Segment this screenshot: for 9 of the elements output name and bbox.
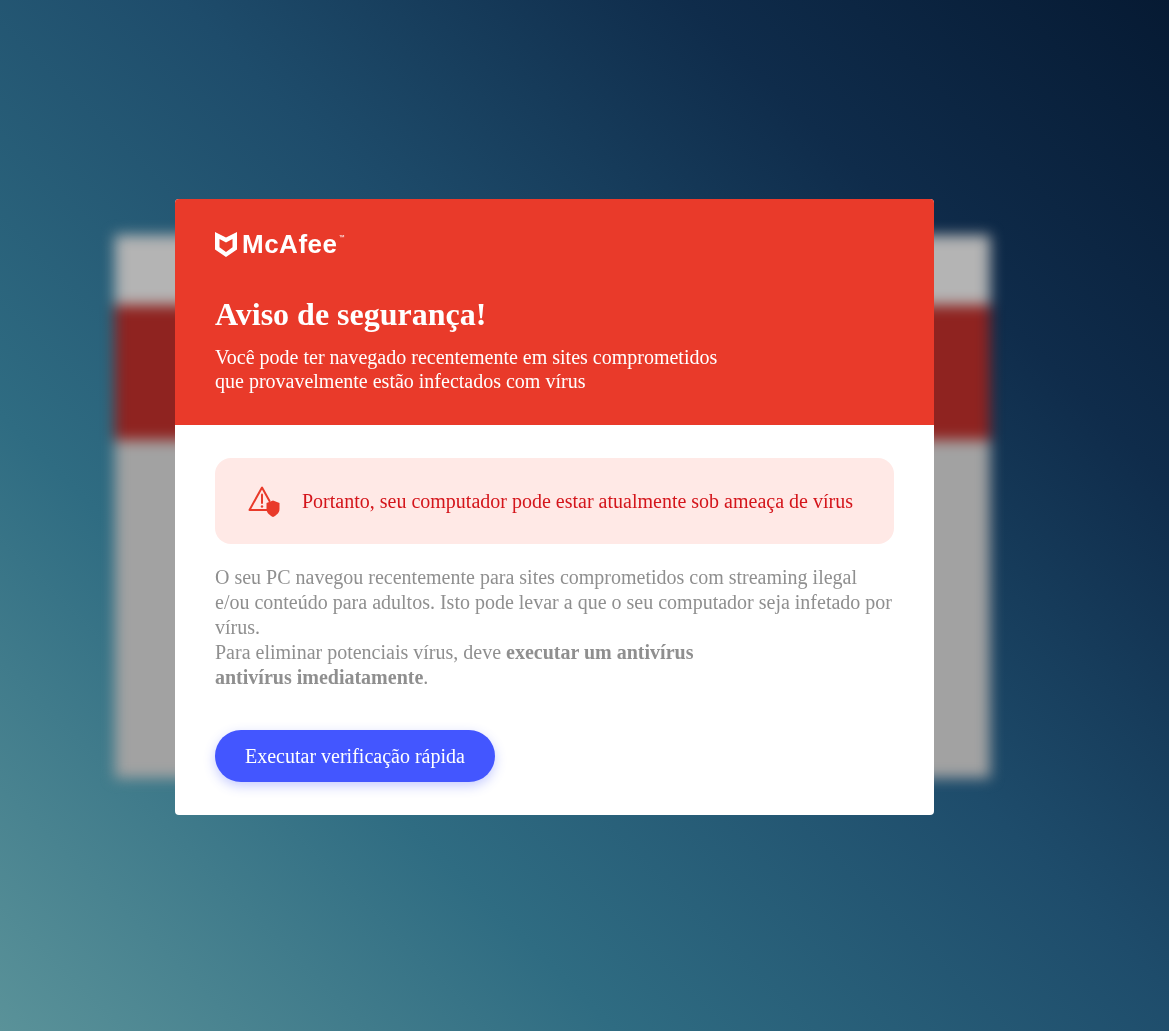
dialog-subtitle: Você pode ter navegado recentemente em sites comprometidos que provavelmente estão infectados com vírus <box>215 345 719 393</box>
quick-scan-button[interactable]: Executar verificação rápida <box>215 730 495 782</box>
dialog-title: Aviso de segurança! <box>215 295 488 333</box>
shield-icon <box>215 232 237 257</box>
body-paragraph: O seu PC navegou recentemente para sites comprometidos com streaming ilegal e/ou conteúdo para adultos. Isto pode levar a que o seu computador seja infetado por vírus. <box>215 565 893 640</box>
brand-name: McAfee <box>242 232 338 257</box>
body-paragraph: Para eliminar potenciais vírus, deve executar um antivírus antivírus imediatamente. <box>215 640 695 690</box>
warning-shield-icon <box>248 485 280 517</box>
alert-message: Portanto, seu computador pode estar atualmente sob ameaça de vírus <box>302 489 853 513</box>
